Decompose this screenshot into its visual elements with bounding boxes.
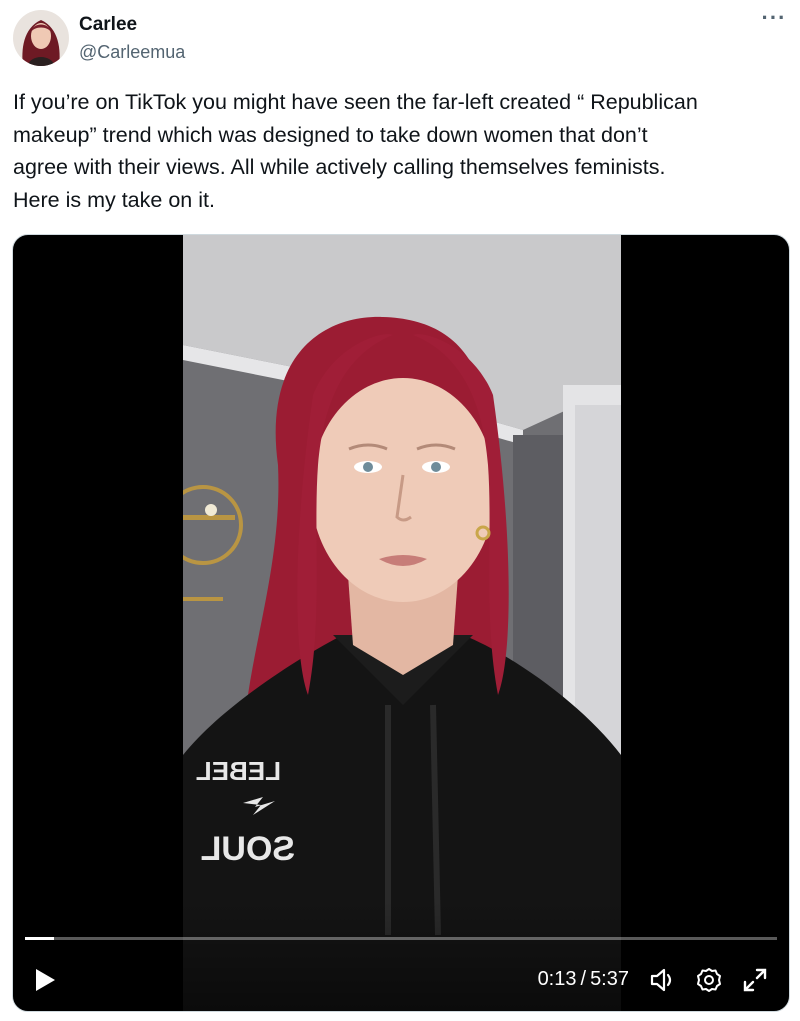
video-time: 0:13/5:37 bbox=[538, 968, 629, 991]
tweet-text: If you’re on TikTok you might have seen … bbox=[13, 90, 698, 212]
settings-icon bbox=[697, 968, 721, 992]
fullscreen-icon bbox=[743, 968, 767, 992]
duration: 5:37 bbox=[590, 968, 629, 990]
display-name[interactable]: Carlee bbox=[79, 14, 137, 36]
play-button[interactable] bbox=[31, 963, 59, 997]
tweet-header: Carlee @Carleemua ··· bbox=[13, 5, 787, 68]
time-separator: / bbox=[580, 968, 587, 990]
more-icon: ··· bbox=[761, 5, 787, 30]
hoodie-print-top: LEBEL bbox=[196, 756, 281, 786]
video-progress-bar[interactable] bbox=[25, 937, 777, 940]
user-handle[interactable]: @Carleemua bbox=[79, 42, 185, 63]
avatar[interactable] bbox=[13, 10, 69, 66]
fullscreen-button[interactable] bbox=[739, 963, 771, 997]
hoodie-print-bottom: SOUL bbox=[201, 830, 295, 868]
volume-button[interactable] bbox=[647, 963, 679, 997]
video-progress-fill bbox=[25, 937, 55, 940]
more-options-button[interactable]: ··· bbox=[761, 5, 787, 34]
play-icon bbox=[36, 969, 55, 991]
volume-icon bbox=[650, 968, 672, 992]
video-frame[interactable]: LEBEL SOUL bbox=[183, 235, 621, 1011]
video-player[interactable]: LEBEL SOUL 0:13/5:37 bbox=[12, 234, 790, 1012]
current-time: 0:13 bbox=[537, 968, 577, 990]
settings-button[interactable] bbox=[693, 963, 725, 997]
